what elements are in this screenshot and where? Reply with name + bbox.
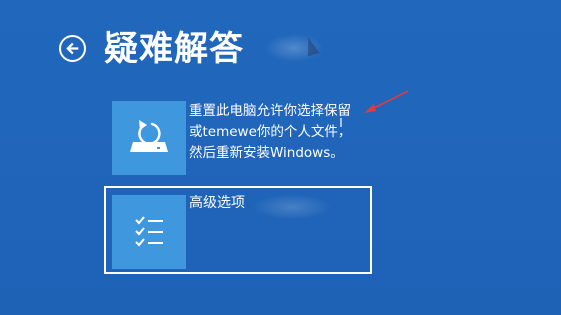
back-arrow-icon	[66, 42, 79, 55]
troubleshoot-screen: 疑难解答 重置此电脑允许你选择保留 或temewe你的个人文件， 然后重新安装W…	[0, 0, 561, 315]
cursor-mark	[340, 118, 342, 127]
checklist-icon	[135, 216, 163, 247]
red-arrow-annotation	[364, 90, 409, 113]
reset-pc-icon	[130, 120, 168, 152]
option-reset-line-2: 或temewe你的个人文件，	[189, 124, 352, 140]
blur-spot	[252, 194, 332, 220]
back-button[interactable]	[59, 35, 86, 62]
advanced-options-tile	[112, 195, 186, 269]
option-reset-description: 重置此电脑允许你选择保留 或temewe你的个人文件， 然后重新安装Window…	[189, 101, 459, 164]
reset-pc-tile	[112, 101, 186, 175]
option-reset-line-3: 然后重新安装Windows。	[189, 145, 344, 161]
watermark-smudge	[265, 34, 323, 62]
option-reset-line-1: 重置此电脑允许你选择保留	[189, 103, 351, 119]
page-title: 疑难解答	[104, 29, 244, 69]
